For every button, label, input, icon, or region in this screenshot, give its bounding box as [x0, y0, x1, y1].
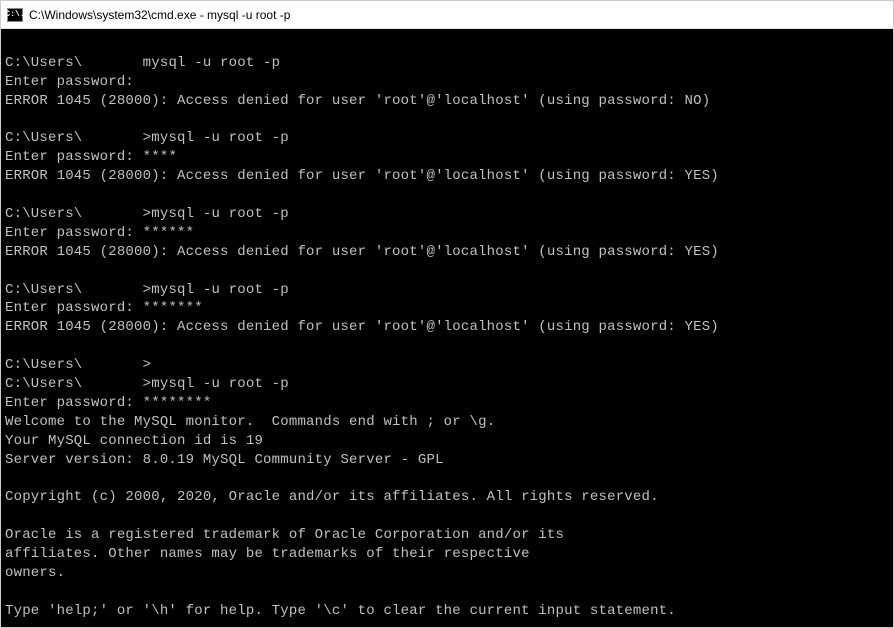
error-line: ERROR 1045 (28000): Access denied for us…	[5, 92, 889, 111]
attempt-prompt: C:\Users\ >mysql -u root -p	[5, 205, 889, 224]
redacted-user	[82, 375, 142, 394]
title-bar[interactable]: C:\. C:\Windows\system32\cmd.exe - mysql…	[1, 1, 893, 29]
attempt-prompt: C:\Users\ >mysql -u root -p	[5, 281, 889, 300]
enter-password: Enter password:	[5, 73, 889, 92]
error-line: ERROR 1045 (28000): Access denied for us…	[5, 167, 889, 186]
blank-line	[5, 111, 889, 130]
blank-line	[5, 621, 889, 627]
error-line: ERROR 1045 (28000): Access denied for us…	[5, 243, 889, 262]
welcome-line: Welcome to the MySQL monitor. Commands e…	[5, 413, 889, 432]
enter-password: Enter password: ********	[5, 394, 889, 413]
cmd-window: C:\. C:\Windows\system32\cmd.exe - mysql…	[0, 0, 894, 628]
blank-line	[5, 262, 889, 281]
trademark-line: owners.	[5, 564, 889, 583]
trademark-line: affiliates. Other names may be trademark…	[5, 545, 889, 564]
enter-password: Enter password: ******	[5, 224, 889, 243]
blank-prompt: C:\Users\ >	[5, 356, 889, 375]
redacted-user	[82, 281, 142, 300]
blank-line	[5, 337, 889, 356]
help-line: Type 'help;' or '\h' for help. Type '\c'…	[5, 602, 889, 621]
attempt-prompt: C:\Users\ mysql -u root -p	[5, 54, 889, 73]
redacted-user	[82, 356, 142, 375]
attempt-prompt: C:\Users\ >mysql -u root -p	[5, 129, 889, 148]
enter-password: Enter password: ****	[5, 148, 889, 167]
redacted-user	[82, 205, 142, 224]
blank-line	[5, 583, 889, 602]
copyright-line: Copyright (c) 2000, 2020, Oracle and/or …	[5, 488, 889, 507]
connection-id-line: Your MySQL connection id is 19	[5, 432, 889, 451]
cmd-icon: C:\.	[7, 8, 23, 22]
enter-password: Enter password: *******	[5, 299, 889, 318]
blank-line	[5, 186, 889, 205]
blank-line	[5, 35, 889, 54]
redacted-user	[82, 129, 142, 148]
trademark-line: Oracle is a registered trademark of Orac…	[5, 526, 889, 545]
server-version-line: Server version: 8.0.19 MySQL Community S…	[5, 451, 889, 470]
error-line: ERROR 1045 (28000): Access denied for us…	[5, 318, 889, 337]
window-title: C:\Windows\system32\cmd.exe - mysql -u r…	[29, 8, 290, 22]
blank-line	[5, 469, 889, 488]
blank-line	[5, 507, 889, 526]
redacted-user	[82, 54, 142, 73]
terminal-output[interactable]: C:\Users\ mysql -u root -pEnter password…	[1, 29, 893, 627]
success-prompt: C:\Users\ >mysql -u root -p	[5, 375, 889, 394]
